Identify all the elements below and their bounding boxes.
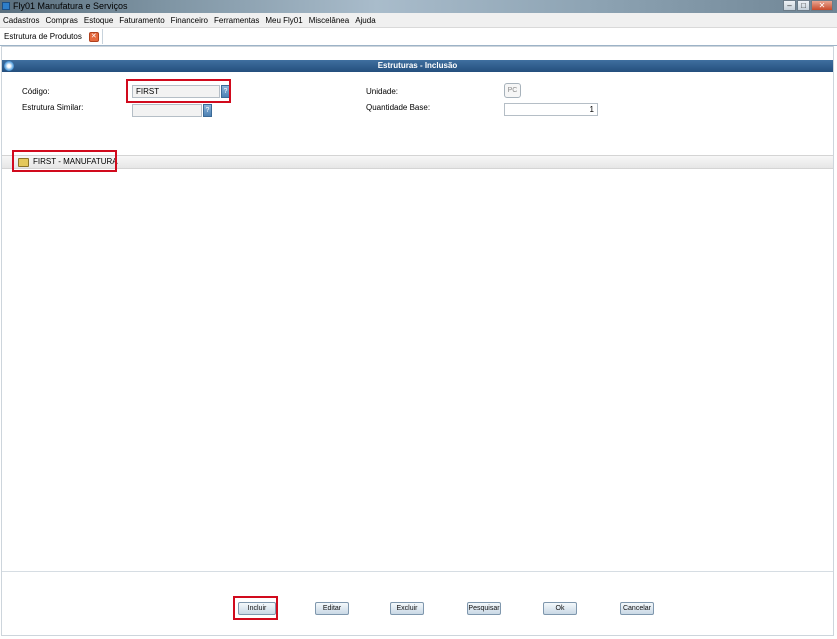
similar-label: Estrutura Similar:: [22, 103, 84, 112]
tab-close-icon[interactable]: ✕: [88, 31, 99, 42]
close-window-button[interactable]: ✕: [811, 0, 833, 11]
unidade-label: Unidade:: [366, 87, 399, 96]
tab-estrutura-de-produtos[interactable]: Estrutura de Produtos ✕: [1, 29, 103, 44]
menu-compras[interactable]: Compras: [42, 16, 80, 25]
ok-button[interactable]: Ok: [543, 602, 577, 615]
form-title: Estruturas - Inclusão: [377, 61, 458, 70]
highlight-incluir: [233, 596, 278, 620]
editar-button[interactable]: Editar: [315, 602, 349, 615]
quantidade-base-label: Quantidade Base:: [366, 103, 431, 112]
app-icon: [2, 2, 10, 10]
unidade-field[interactable]: PC: [504, 83, 521, 98]
menu-estoque[interactable]: Estoque: [81, 16, 116, 25]
menu-ferramentas[interactable]: Ferramentas: [211, 16, 262, 25]
minimize-button[interactable]: –: [783, 0, 796, 11]
similar-lookup-button[interactable]: ?: [203, 104, 212, 117]
main-frame: Estruturas - Inclusão Código: FIRST ? Es…: [1, 46, 834, 636]
refresh-icon[interactable]: [4, 61, 14, 71]
form-header: Estruturas - Inclusão: [2, 60, 833, 72]
highlight-codigo: [126, 79, 231, 103]
cancelar-button[interactable]: Cancelar: [620, 602, 654, 615]
tab-label: Estrutura de Produtos: [4, 32, 82, 41]
menu-financeiro[interactable]: Financeiro: [168, 16, 211, 25]
menu-bar: Cadastros Compras Estoque Faturamento Fi…: [0, 13, 837, 28]
maximize-button[interactable]: □: [797, 0, 810, 11]
excluir-button[interactable]: Excluir: [390, 602, 424, 615]
menu-meu-fly01[interactable]: Meu Fly01: [262, 16, 305, 25]
tree-header: [2, 155, 833, 169]
codigo-label: Código:: [22, 87, 50, 96]
menu-faturamento[interactable]: Faturamento: [116, 16, 167, 25]
window-title: Fly01 Manufatura e Serviços: [13, 1, 128, 11]
pesquisar-button[interactable]: Pesquisar: [467, 602, 501, 615]
menu-cadastros[interactable]: Cadastros: [0, 16, 42, 25]
highlight-tree-root: [12, 150, 117, 172]
quantidade-base-input[interactable]: 1: [504, 103, 598, 116]
menu-ajuda[interactable]: Ajuda: [352, 16, 378, 25]
similar-input[interactable]: [132, 104, 202, 117]
tab-strip: Estrutura de Produtos ✕: [0, 28, 837, 46]
window-controls: – □ ✕: [782, 0, 833, 12]
menu-miscelanea[interactable]: Miscelânea: [306, 16, 352, 25]
title-bar: Fly01 Manufatura e Serviços – □ ✕: [0, 0, 837, 13]
bottom-divider: [2, 571, 833, 572]
